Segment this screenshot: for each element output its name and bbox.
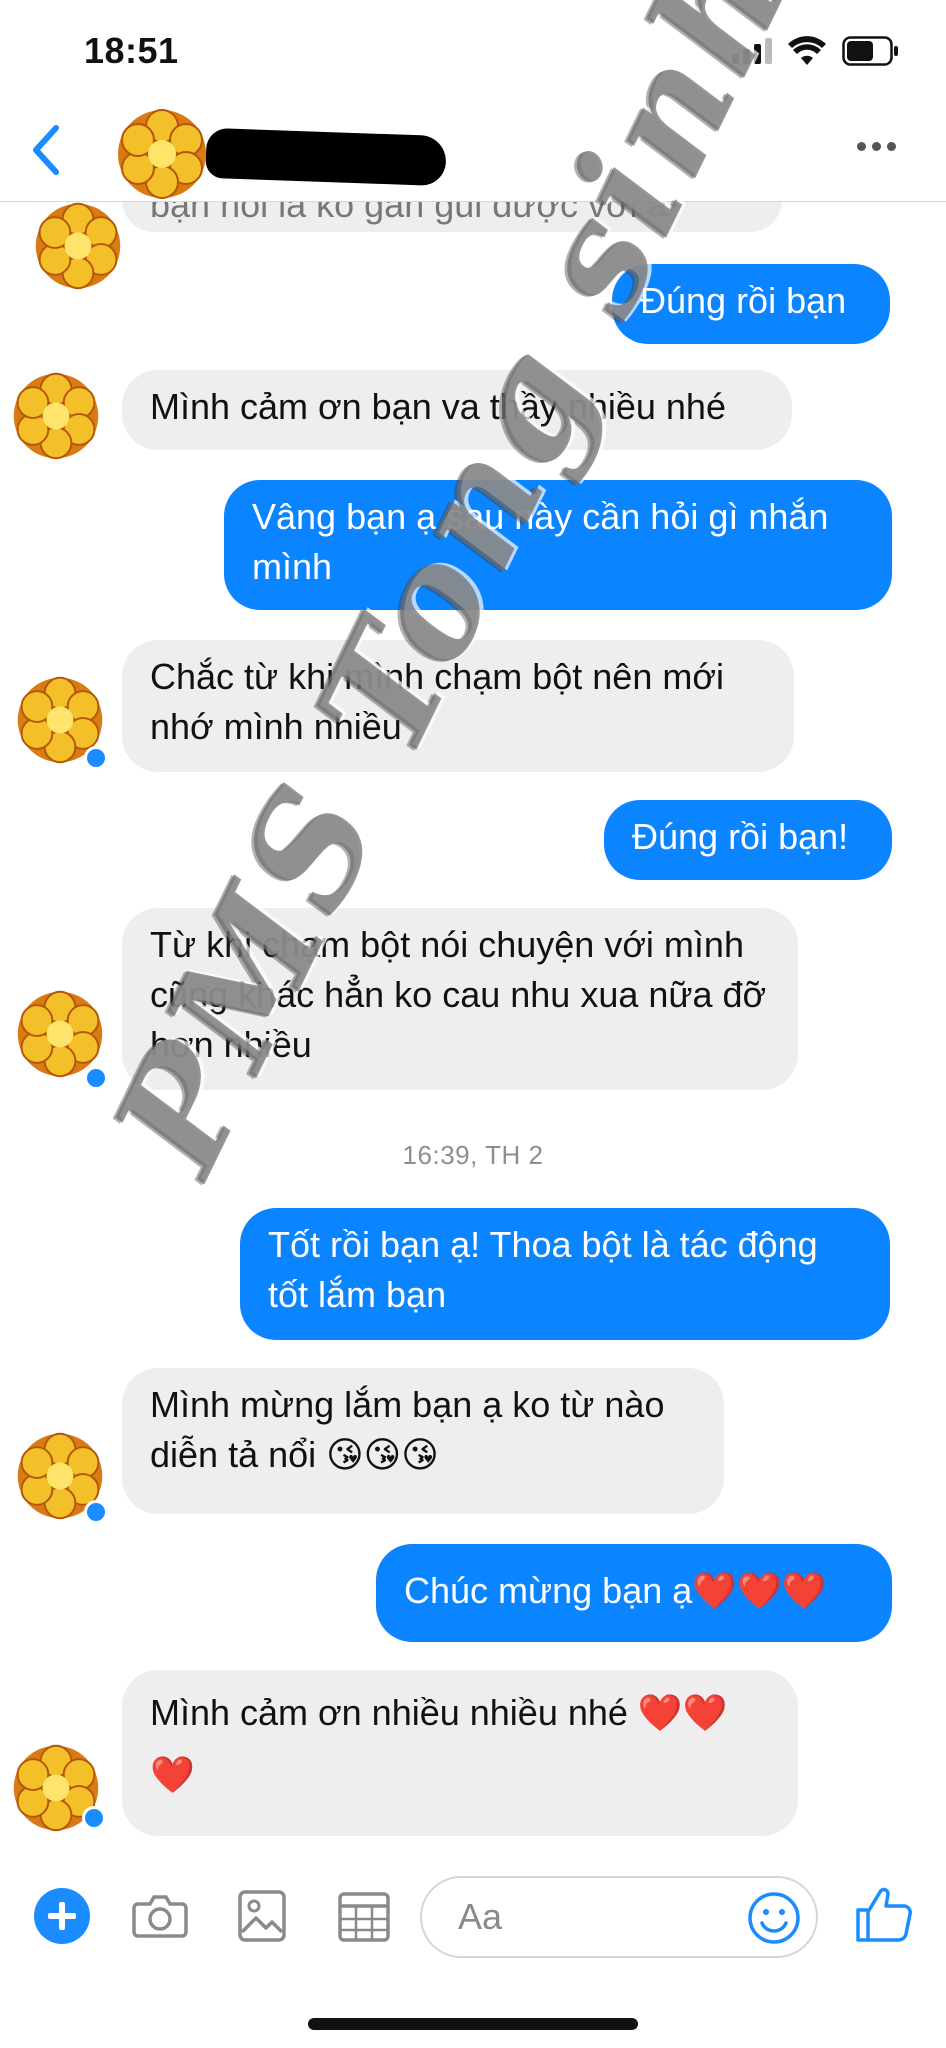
signal-icon <box>732 38 772 64</box>
sender-avatar <box>35 202 121 290</box>
message-outgoing[interactable]: Đúng rồi bạn! <box>604 800 892 880</box>
messenger-screen: 18:51 bạn nói là ko gần gũi được với a Đ… <box>0 0 946 2048</box>
sender-avatar <box>13 372 99 460</box>
status-bar: 18:51 <box>0 0 946 100</box>
messenger-badge-icon <box>84 746 108 770</box>
message-incoming[interactable]: Mình mừng lắm bạn ạ ko từ nào diễn tả nổ… <box>122 1368 724 1514</box>
message-incoming[interactable]: Mình cảm ơn bạn va thầy nhiều nhé <box>122 370 792 450</box>
message-composer: Aa <box>0 1862 946 1982</box>
like-icon[interactable] <box>852 1882 916 1946</box>
message-outgoing[interactable]: Tốt rồi bạn ạ! Thoa bột là tác động tốt … <box>240 1208 890 1340</box>
wifi-icon <box>788 36 826 65</box>
message-outgoing[interactable]: Đúng rồi bạn <box>612 264 890 344</box>
message-outgoing[interactable]: Chúc mừng bạn ạ❤️❤️❤️ <box>376 1544 892 1642</box>
message-incoming[interactable]: Mình cảm ơn nhiều nhiều nhé ❤️❤️ ❤️ <box>122 1670 798 1836</box>
home-indicator[interactable] <box>308 2018 638 2030</box>
contact-name-redacted <box>205 127 447 187</box>
image-icon[interactable] <box>232 1886 292 1946</box>
status-time: 18:51 <box>84 30 179 71</box>
message-incoming[interactable]: Từ khi chạm bột nói chuyện với mình cũng… <box>122 908 798 1090</box>
message-input[interactable]: Aa <box>420 1876 818 1958</box>
messenger-badge-icon <box>82 1806 106 1830</box>
more-icon[interactable] <box>857 142 896 151</box>
plus-icon[interactable] <box>34 1888 90 1944</box>
message-timestamp: 16:39, TH 2 <box>402 1140 544 1170</box>
contact-avatar[interactable] <box>112 104 212 204</box>
message-incoming[interactable]: Chắc từ khi mình chạm bột nên mới nhớ mì… <box>122 640 794 772</box>
messenger-badge-icon <box>84 1066 108 1090</box>
back-icon[interactable] <box>22 120 72 180</box>
message-outgoing[interactable]: Vâng bạn ạ sau này cần hỏi gì nhắn mình <box>224 480 892 610</box>
message-input-placeholder: Aa <box>458 1896 503 1937</box>
conversation-header <box>0 100 946 202</box>
battery-icon <box>842 36 898 66</box>
message-incoming[interactable]: bạn nói là ko gần gũi được với a <box>122 202 782 232</box>
emoji-icon[interactable] <box>746 1890 802 1946</box>
status-icons <box>732 36 900 66</box>
sticker-icon[interactable] <box>334 1886 394 1946</box>
messenger-badge-icon <box>84 1500 108 1524</box>
message-thread[interactable]: bạn nói là ko gần gũi được với a Đúng rồ… <box>0 202 946 1862</box>
camera-icon[interactable] <box>130 1886 190 1946</box>
